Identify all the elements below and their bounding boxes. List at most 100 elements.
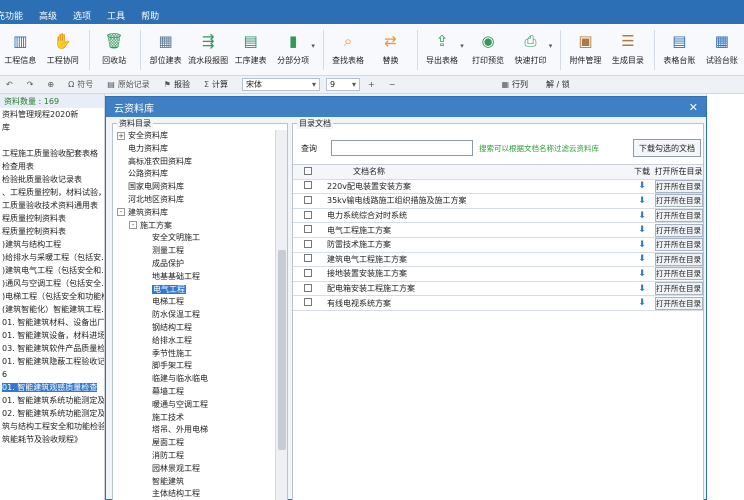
menu-item[interactable]: 高级 [39, 9, 57, 22]
tree-node[interactable]: 主体结构工程 [113, 488, 275, 500]
open-folder-button[interactable]: 打开所在目录 [654, 179, 703, 193]
ribbon-attachment-button[interactable]: ▣ 附件管理 [565, 30, 605, 66]
chevron-down-icon[interactable]: ▾ [460, 42, 464, 50]
tree-node[interactable]: 给排水工程 [113, 335, 275, 348]
tree-node[interactable]: 季节性施工 [113, 348, 275, 361]
list-item[interactable]: 01. 智能建筑观感质量检查 [0, 381, 104, 394]
tree-node[interactable]: 高标准农田资料库 [113, 156, 275, 169]
ribbon-ledger-button[interactable]: ▤ 表格台账 [659, 30, 699, 66]
ribbon-building-button[interactable]: ▥ 工程信息 [0, 30, 40, 66]
tree-node[interactable]: 屋面工程 [113, 437, 275, 450]
ribbon-sheet-button[interactable]: ▤ 工序建表 [230, 30, 270, 66]
download-selected-button[interactable]: 下载勾选的文档 [633, 139, 701, 157]
download-arrow-icon[interactable]: ⬇ [638, 298, 646, 308]
tree-node[interactable]: 消防工程 [113, 450, 275, 463]
collapse-icon[interactable]: - [129, 221, 137, 230]
menu-item[interactable]: 选项 [73, 9, 91, 22]
list-item[interactable]: 工程施工质量验收配套表格 [0, 147, 104, 160]
zoom-button[interactable]: ⊕ [47, 80, 54, 89]
tree-node[interactable]: - 建筑资料库 [113, 207, 275, 220]
ribbon-catalog-button[interactable]: ☰ 生成目录 [608, 30, 648, 66]
tree-node[interactable]: 塔吊、外用电梯 [113, 424, 275, 437]
tree-node[interactable]: 河北地区资料库 [113, 194, 275, 207]
font-size-select[interactable]: 9 ▾ [326, 78, 361, 91]
tree-node[interactable]: 国家电网资料库 [113, 181, 275, 194]
list-item[interactable]: (建筑智能化）智能建筑工程... [0, 303, 104, 316]
row-checkbox[interactable] [304, 195, 312, 204]
ribbon-eye-button[interactable]: ◉ 打印预览 [468, 30, 508, 66]
download-arrow-icon[interactable]: ⬇ [638, 269, 646, 279]
report-button[interactable]: ⚑ 报验 [164, 79, 190, 90]
unlock-button[interactable]: 解 / 锁 [546, 79, 570, 90]
open-folder-button[interactable]: 打开所在目录 [654, 267, 703, 281]
symbol-button[interactable]: Ω 符号 [68, 79, 93, 90]
tree-node[interactable]: 防水保温工程 [113, 309, 275, 322]
tree-node[interactable]: 钢结构工程 [113, 322, 275, 335]
tree-node[interactable]: 成品保护 [113, 258, 275, 271]
tree-scrollbar[interactable] [275, 130, 287, 500]
list-item[interactable]: 6 [0, 368, 104, 381]
list-item[interactable]: 资料管理规程2020新 [0, 108, 104, 121]
select-all-checkbox[interactable] [304, 166, 312, 175]
list-item[interactable]: 工质量验收技术资料通用表 [0, 199, 104, 212]
expand-icon[interactable]: + [117, 131, 125, 140]
scrollbar-thumb[interactable] [278, 250, 286, 450]
list-item[interactable]: )电梯工程（包括安全和功能检... [0, 290, 104, 303]
list-item[interactable]: )通风与空调工程（包括安全... [0, 277, 104, 290]
list-item[interactable]: 库 [0, 121, 104, 134]
list-item[interactable]: 02. 智能建筑系统功能测定及... [0, 407, 104, 420]
list-item[interactable]: 检查用表 [0, 160, 104, 173]
tree-node[interactable]: 电力资料库 [113, 143, 275, 156]
ribbon-grid-button[interactable]: ▦ 部位建表 [145, 30, 185, 66]
menu-item[interactable]: 工具 [107, 9, 125, 22]
list-item[interactable]: 筑能耗节及验收规程》 [0, 433, 104, 446]
menu-item[interactable]: 帮助 [141, 9, 159, 22]
download-arrow-icon[interactable]: ⬇ [638, 211, 646, 221]
tree-node[interactable]: 公路资料库 [113, 168, 275, 181]
row-checkbox[interactable] [304, 283, 312, 292]
open-folder-button[interactable]: 打开所在目录 [654, 252, 703, 266]
row-col-button[interactable]: ▦ 行列 [501, 79, 528, 90]
collapse-icon[interactable]: - [117, 208, 125, 217]
list-item[interactable]: )给排水与采暖工程（包括安... [0, 251, 104, 264]
row-checkbox[interactable] [304, 268, 312, 277]
tree-node[interactable]: - 施工方案 [113, 220, 275, 233]
download-arrow-icon[interactable]: ⬇ [638, 284, 646, 294]
ribbon-replace-button[interactable]: ⇄ 替换 [370, 30, 410, 66]
tree-node[interactable]: 暖通与空调工程 [113, 399, 275, 412]
list-item[interactable]: )建筑与结构工程 [0, 238, 104, 251]
tree-node[interactable]: 测量工程 [113, 245, 275, 258]
tree-node[interactable]: 临建与临水临电 [113, 373, 275, 386]
row-checkbox[interactable] [304, 239, 312, 248]
row-checkbox[interactable] [304, 181, 312, 190]
ribbon-export-button[interactable]: ⇪ 导出表格 [422, 30, 462, 66]
tree-node[interactable]: 电梯工程 [113, 296, 275, 309]
open-folder-button[interactable]: 打开所在目录 [654, 194, 703, 208]
download-arrow-icon[interactable]: ⬇ [638, 240, 646, 250]
tree-node[interactable]: 脚手架工程 [113, 360, 275, 373]
origin-record-button[interactable]: ▤ 原始记录 [107, 79, 150, 90]
decrease-font-button[interactable]: − [389, 80, 396, 89]
ribbon-handshake-button[interactable]: ✋ 工程协同 [42, 30, 82, 66]
increase-font-button[interactable]: + [368, 80, 375, 89]
tree-node[interactable]: 安全文明施工 [113, 232, 275, 245]
open-folder-button[interactable]: 打开所在目录 [654, 223, 703, 237]
list-item[interactable]: 程质量控制资料表 [0, 212, 104, 225]
row-checkbox[interactable] [304, 298, 312, 307]
tree-node[interactable]: 施工技术 [113, 412, 275, 425]
download-arrow-icon[interactable]: ⬇ [638, 196, 646, 206]
download-arrow-icon[interactable]: ⬇ [638, 225, 646, 235]
list-item[interactable]: 01. 智能建筑隐蔽工程验收记... [0, 355, 104, 368]
list-item[interactable]: 03. 智能建筑软件产品质量检... [0, 342, 104, 355]
row-checkbox[interactable] [304, 225, 312, 234]
font-select[interactable]: 宋体 ▾ [242, 78, 321, 91]
ribbon-printer-button[interactable]: ⎙ 快速打印 [510, 30, 550, 66]
download-arrow-icon[interactable]: ⬇ [638, 254, 646, 264]
ribbon-trash-button[interactable]: 🗑 回收站 [94, 30, 134, 66]
list-item[interactable]: 筑与结构工程安全和功能检验... [0, 420, 104, 433]
tree-node[interactable]: 园林景观工程 [113, 463, 275, 476]
ribbon-test-ledger-button[interactable]: ▦ 试验台账 [702, 30, 742, 66]
ribbon-chart-button[interactable]: ▮ 分部分项 [273, 30, 313, 66]
open-folder-button[interactable]: 打开所在目录 [654, 209, 703, 223]
undo-button[interactable]: ↶ [6, 80, 13, 89]
